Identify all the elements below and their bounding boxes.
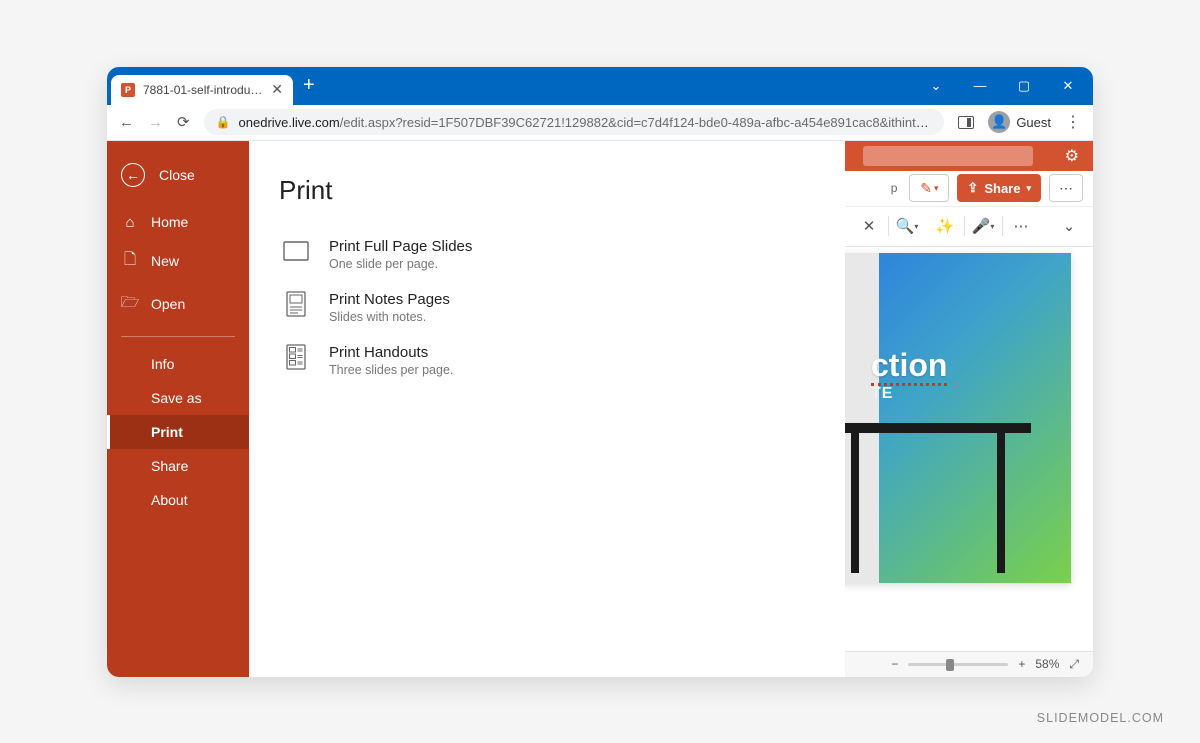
avatar-icon: 👤 [988,111,1010,133]
notes-page-icon [283,291,309,317]
close-label: Close [159,167,195,183]
option-title: Print Notes Pages [329,291,450,308]
share-button[interactable]: ⇪ Share ▾ [957,174,1041,202]
profile-label: Guest [1016,115,1051,130]
address-field[interactable]: 🔒 onedrive.live.com/edit.aspx?resid=1F50… [204,109,945,135]
reload-button[interactable]: ⟳ [177,113,190,131]
share-icon: ⇪ [967,180,978,196]
slide-subtitle-text: TE [871,385,893,403]
file-menu-sidebar: ← Close ⌂ Home 🗋 New 🗁 Open Info Save as [107,141,249,677]
chevron-down-icon[interactable]: ⌄ [915,72,957,100]
lock-icon: 🔒 [216,115,231,129]
file-menu-open[interactable]: 🗁 Open [107,283,249,326]
share-label: Share [984,181,1020,196]
new-file-icon: 🗋 [121,249,139,274]
collapse-ribbon-icon[interactable]: ⌄ [1055,212,1083,240]
ppt-header-strip: ⚙ [845,141,1093,171]
watermark: SLIDEMODEL.COM [1037,711,1164,725]
slide-title-text: ction [871,347,947,384]
overflow-icon[interactable]: ⋯ [1007,212,1035,240]
new-tab-button[interactable]: + [293,74,325,97]
home-icon: ⌂ [121,214,139,231]
titlebar: P 7881-01-self-introduction-powe ✕ + ⌄ —… [107,67,1093,105]
option-subtitle: One slide per page. [329,257,472,271]
maximize-button[interactable]: ▢ [1003,72,1045,100]
file-menu-about[interactable]: About [107,483,249,517]
browser-window: P 7881-01-self-introduction-powe ✕ + ⌄ —… [107,67,1093,677]
url-bar: ← → ⟳ 🔒 onedrive.live.com/edit.aspx?resi… [107,105,1093,141]
ppt-toolbar: ✕ 🔍▾ ✨ 🎤▾ ⋯ ⌄ [845,207,1093,247]
url-text: onedrive.live.com/edit.aspx?resid=1F507D… [239,115,933,130]
file-menu-label: New [151,253,179,269]
divider [121,336,235,337]
ribbon-hint: p [891,181,898,195]
file-menu-panel: Print Print Full Page Slides One slide p… [249,141,845,677]
profile-chip[interactable]: 👤 Guest [988,111,1051,133]
chevron-down-icon: ▾ [1026,183,1031,194]
option-title: Print Full Page Slides [329,238,472,255]
option-subtitle: Three slides per page. [329,363,453,377]
slide-table-graphic [835,423,1041,573]
file-menu-home[interactable]: ⌂ Home [107,205,249,240]
file-menu-share[interactable]: Share [107,449,249,483]
tab-close-icon[interactable]: ✕ [271,81,283,98]
file-menu-print[interactable]: Print [107,415,249,449]
slide-canvas-area: ction TE [845,247,1071,651]
page-title: Print [279,175,815,206]
file-menu-label: Home [151,214,188,230]
file-menu-save-as[interactable]: Save as [107,381,249,415]
gear-icon[interactable]: ⚙ [1065,146,1079,166]
full-page-icon [283,238,309,264]
file-menu-info[interactable]: Info [107,347,249,381]
pen-mode-button[interactable]: ✎▾ [909,174,949,202]
browser-menu-icon[interactable]: ⋮ [1065,112,1081,132]
more-button[interactable]: ⋯ [1049,174,1083,202]
zoom-out-button[interactable]: − [891,657,898,671]
print-handouts[interactable]: Print Handouts Three slides per page. [279,334,815,387]
option-subtitle: Slides with notes. [329,310,450,324]
ppt-ribbon: p ✎▾ ⇪ Share ▾ ⋯ [845,171,1093,207]
fit-to-window-icon[interactable]: ⤢ [1069,657,1079,672]
browser-tab[interactable]: P 7881-01-self-introduction-powe ✕ [111,75,293,105]
window-controls: ⌄ — ▢ ✕ [915,72,1089,100]
mic-icon[interactable]: 🎤▾ [969,212,997,240]
zoom-percent: 58% [1035,657,1059,671]
zoom-in-button[interactable]: + [1018,657,1025,671]
magic-icon[interactable]: ✨ [931,212,959,240]
file-menu-label: Open [151,296,185,312]
back-button[interactable]: ← [119,114,134,131]
print-full-page-slides[interactable]: Print Full Page Slides One slide per pag… [279,228,815,281]
print-notes-pages[interactable]: Print Notes Pages Slides with notes. [279,281,815,334]
file-menu-new[interactable]: 🗋 New [107,240,249,283]
minimize-button[interactable]: — [959,72,1001,100]
option-title: Print Handouts [329,344,453,361]
file-menu: ← Close ⌂ Home 🗋 New 🗁 Open Info Save as [107,141,845,677]
tool-icon[interactable]: ✕ [855,212,883,240]
open-folder-icon: 🗁 [121,292,139,317]
extensions-icon[interactable] [958,116,974,129]
forward-button[interactable]: → [148,114,163,131]
zoom-slider[interactable] [908,663,1008,666]
close-file-menu-button[interactable]: ← Close [107,163,249,205]
back-arrow-icon: ← [121,163,145,187]
search-icon[interactable]: 🔍▾ [893,212,921,240]
page-content: ⚙ p ✎▾ ⇪ Share ▾ ⋯ ✕ 🔍▾ ✨ 🎤▾ ⋯ ⌄ ction T… [107,141,1093,677]
powerpoint-favicon-icon: P [121,83,135,97]
handouts-icon [283,344,309,370]
slide-preview[interactable]: ction TE [835,253,1071,583]
tab-title: 7881-01-self-introduction-powe [143,83,263,97]
close-window-button[interactable]: ✕ [1047,72,1089,100]
ppt-search-field[interactable] [863,146,1033,166]
